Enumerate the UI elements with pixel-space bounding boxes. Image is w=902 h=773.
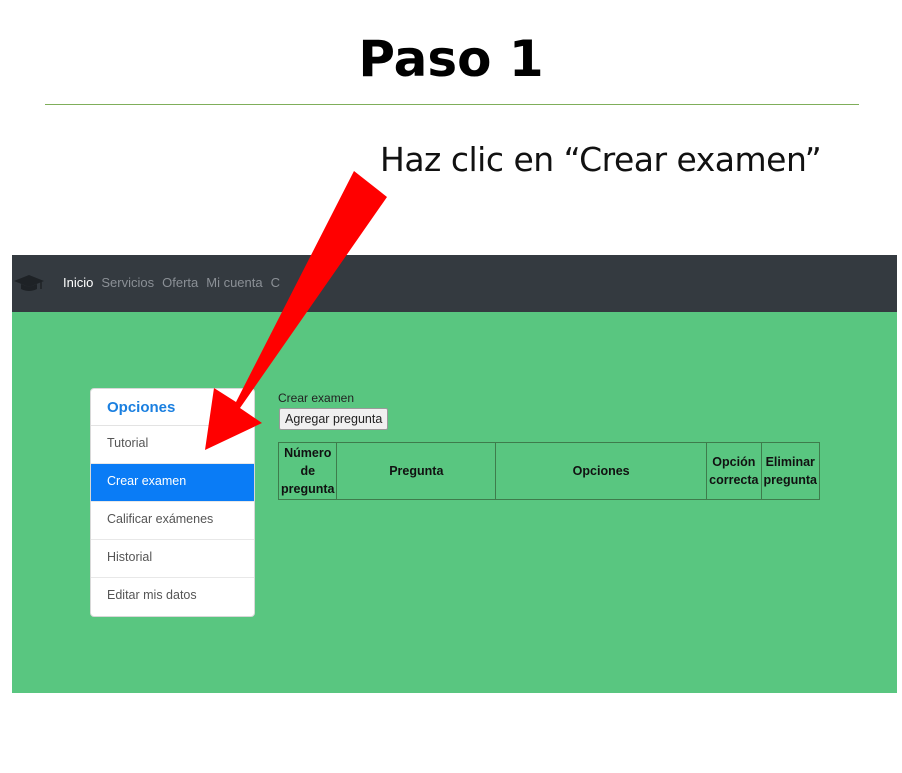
title-divider [45,104,859,105]
column-header-delete-question: Eliminar pregunta [760,442,820,500]
sidebar-item-crear-examen[interactable]: Crear examen [91,464,254,502]
sidebar-item-historial[interactable]: Historial [91,540,254,578]
section-label: Crear examen [278,391,355,405]
app-screenshot: Inicio Servicios Oferta Mi cuenta C Opci… [12,255,897,693]
instruction-text: Haz clic en “Crear examen” [380,140,822,179]
column-header-question-number: Número de pregunta [277,442,338,500]
slide-title: Paso 1 [358,30,544,88]
nav-link-oferta[interactable]: Oferta [162,275,198,290]
questions-table: Número de pregunta Pregunta Opciones Opc… [277,442,820,500]
nav-link-servicios[interactable]: Servicios [101,275,154,290]
graduation-cap-icon[interactable] [14,272,44,294]
top-navbar: Inicio Servicios Oferta Mi cuenta C [12,255,897,312]
nav-links: Inicio Servicios Oferta Mi cuenta C [63,275,288,290]
nav-link-mi-cuenta[interactable]: Mi cuenta [206,275,262,290]
column-header-options: Opciones [495,442,708,500]
sidebar-item-editar-mis-datos[interactable]: Editar mis datos [91,578,254,616]
add-question-button[interactable]: Agregar pregunta [279,408,389,430]
sidebar-item-tutorial[interactable]: Tutorial [91,426,254,464]
sidebar-item-calificar-examenes[interactable]: Calificar exámenes [91,502,254,540]
table-header-row: Número de pregunta Pregunta Opciones Opc… [277,442,820,500]
column-header-question: Pregunta [336,442,497,500]
nav-link-inicio[interactable]: Inicio [63,275,93,290]
nav-link-truncated[interactable]: C [271,275,280,290]
options-sidebar: Opciones Tutorial Crear examen Calificar… [90,388,255,617]
column-header-correct-option: Opción correcta [706,442,762,500]
sidebar-header: Opciones [91,389,254,426]
